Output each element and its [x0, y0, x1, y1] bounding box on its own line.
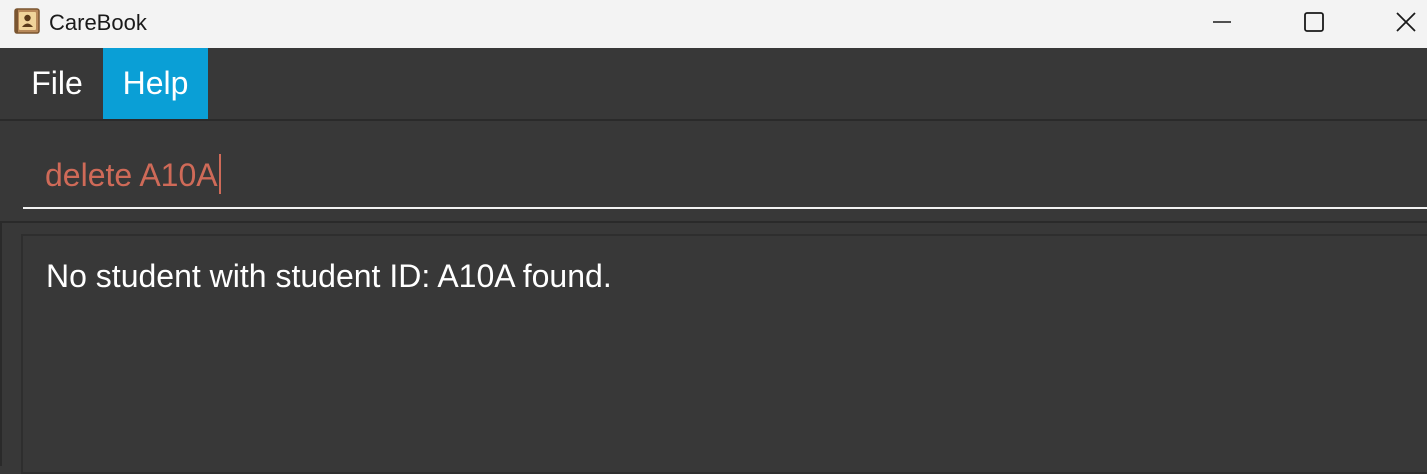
menu-help[interactable]: Help	[103, 48, 208, 119]
command-box: delete A10A	[0, 121, 1427, 221]
minimize-icon	[1213, 21, 1231, 23]
command-text: delete A10A	[45, 153, 221, 197]
command-value: delete A10A	[45, 157, 218, 193]
menu-bar: File Help	[0, 48, 1427, 119]
maximize-icon	[1304, 12, 1324, 32]
window-title: CareBook	[49, 10, 147, 35]
text-caret	[218, 154, 221, 194]
title-bar: CareBook	[0, 0, 1427, 48]
close-icon	[1396, 12, 1416, 32]
minimize-button[interactable]	[1194, 0, 1250, 44]
divider	[0, 221, 1427, 223]
result-display[interactable]: No student with student ID: A10A found.	[21, 234, 1427, 474]
menu-file[interactable]: File	[18, 48, 96, 119]
contact-book-icon	[14, 8, 40, 34]
command-input[interactable]: delete A10A	[23, 145, 1427, 209]
maximize-button[interactable]	[1286, 0, 1342, 44]
close-button[interactable]	[1378, 0, 1427, 44]
result-message: No student with student ID: A10A found.	[46, 258, 612, 294]
